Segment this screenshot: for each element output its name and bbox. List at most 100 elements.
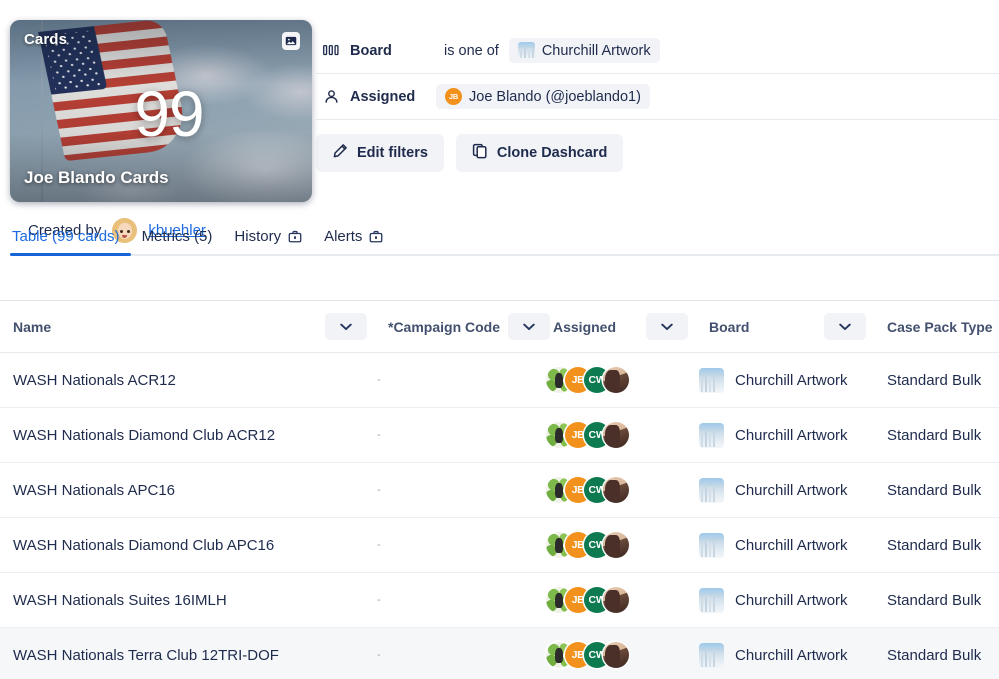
avatar — [603, 642, 629, 668]
avatar — [603, 532, 629, 558]
column-header-board[interactable]: Board — [696, 301, 874, 353]
avatar — [603, 367, 629, 393]
table-row[interactable]: WASH Nationals Suites 16IMLH - JB CW Churchi… — [0, 572, 999, 628]
filter-value-text: Joe Blando (@joeblando1) — [469, 88, 641, 105]
cell-campaign-code: - — [375, 572, 540, 628]
table-row[interactable]: WASH Nationals APC16- JB CW Churchill Artwo… — [0, 462, 999, 518]
cell-assigned[interactable]: JB CW — [540, 517, 696, 573]
tab-alerts[interactable]: Alerts — [313, 222, 394, 254]
dashcard-label: Cards — [24, 31, 68, 48]
column-label: Case Pack Type — [887, 318, 993, 335]
filter-operator: is one of — [444, 42, 499, 59]
cell-case-pack-type: Standard Bulk — [874, 627, 999, 679]
board-name: Churchill Artwork — [735, 371, 848, 389]
board-thumbnail-icon — [699, 422, 724, 448]
column-header-campaign-code[interactable]: *Campaign Code — [375, 301, 551, 353]
cell-assigned[interactable]: JB CW — [540, 352, 696, 408]
cell-assigned[interactable]: JB CW — [540, 572, 696, 628]
filter-value-chip-assigned[interactable]: JB Joe Blando (@joeblando1) — [436, 84, 650, 109]
cell-assigned[interactable]: JB CW — [540, 627, 696, 679]
briefcase-icon — [369, 230, 383, 243]
column-header-name[interactable]: Name — [0, 301, 375, 353]
clone-dashcard-label: Clone Dashcard — [496, 145, 608, 161]
cell-campaign-code: - — [375, 407, 540, 463]
tab-table[interactable]: Table (99 cards) — [10, 222, 131, 256]
person-icon — [322, 88, 340, 106]
chevron-down-icon[interactable] — [646, 313, 688, 340]
cell-assigned[interactable]: JB CW — [540, 462, 696, 518]
avatar-stack[interactable]: JB CW — [546, 587, 696, 613]
avatar — [603, 587, 629, 613]
avatar-stack[interactable]: JB CW — [546, 422, 696, 448]
tab-history-label: History — [234, 228, 282, 245]
cell-campaign-code: - — [375, 352, 540, 408]
board-name: Churchill Artwork — [735, 536, 848, 554]
board-thumbnail-icon — [699, 642, 724, 668]
board-name: Churchill Artwork — [735, 591, 848, 609]
board-thumbnail-icon — [699, 367, 724, 393]
avatar-stack[interactable]: JB CW — [546, 367, 696, 393]
board-name: Churchill Artwork — [735, 481, 848, 499]
chevron-down-icon[interactable] — [824, 313, 866, 340]
header-area: Cards 99 Joe Blando Cards Created by kbu… — [0, 0, 999, 243]
dashcard[interactable]: Cards 99 Joe Blando Cards — [10, 20, 312, 202]
filter-value-chip-board[interactable]: Churchill Artwork — [508, 38, 660, 63]
column-header-case-pack-type[interactable]: Case Pack Type — [874, 301, 999, 353]
cell-name: WASH Nationals Diamond Club APC16 — [0, 517, 375, 573]
table-row[interactable]: WASH Nationals Diamond Club APC16- JB CW Ch… — [0, 517, 999, 573]
column-label: Name — [13, 318, 52, 335]
chevron-down-icon[interactable] — [325, 313, 367, 340]
cell-case-pack-type: Standard Bulk — [874, 462, 999, 518]
clone-dashcard-button[interactable]: Clone Dashcard — [455, 134, 624, 172]
cell-name: WASH Nationals Suites 16IMLH — [0, 572, 375, 628]
briefcase-icon — [288, 230, 302, 243]
board-name: Churchill Artwork — [735, 646, 848, 664]
cell-campaign-code: - — [375, 462, 540, 518]
tab-metrics[interactable]: Metrics (5) — [131, 222, 224, 254]
copy-icon — [472, 143, 488, 163]
cell-case-pack-type: Standard Bulk — [874, 352, 999, 408]
board-name: Churchill Artwork — [735, 426, 848, 444]
filter-field-name: Board — [350, 42, 392, 59]
cell-board: Churchill Artwork — [696, 517, 874, 573]
tab-history[interactable]: History — [223, 222, 313, 254]
dashcard-value: 99 — [134, 78, 204, 150]
table-row[interactable]: WASH Nationals Terra Club 12TRI-DOF - JB CW… — [0, 627, 999, 679]
cell-case-pack-type: Standard Bulk — [874, 517, 999, 573]
table-row[interactable]: WASH Nationals Diamond Club ACR12- JB CW Ch… — [0, 407, 999, 463]
board-thumbnail-icon — [699, 477, 724, 503]
cell-case-pack-type: Standard Bulk — [874, 407, 999, 463]
table-row[interactable]: WASH Nationals ACR12- JB CW Churchill Artwo… — [0, 352, 999, 408]
filter-actions: Edit filters Clone Dashcard — [316, 120, 999, 172]
cell-board: Churchill Artwork — [696, 352, 874, 408]
avatar-stack[interactable]: JB CW — [546, 532, 696, 558]
board-thumbnail-icon — [517, 42, 535, 59]
filter-value-text: Churchill Artwork — [541, 42, 651, 59]
cell-campaign-code: - — [375, 517, 540, 573]
tab-table-label: Table (99 cards) — [12, 228, 120, 245]
board-icon — [322, 42, 340, 60]
cell-name: WASH Nationals Diamond Club ACR12 — [0, 407, 375, 463]
cell-case-pack-type: Standard Bulk — [874, 572, 999, 628]
cell-board: Churchill Artwork — [696, 627, 874, 679]
tab-bar: Table (99 cards) Metrics (5) History Ale… — [10, 222, 999, 256]
filters-panel: Board is one of Churchill Artwork Assign… — [312, 0, 999, 172]
column-header-assigned[interactable]: Assigned — [540, 301, 696, 353]
avatar-jb-icon: JB — [445, 88, 462, 105]
edit-filters-button[interactable]: Edit filters — [316, 134, 444, 172]
image-icon[interactable] — [282, 32, 300, 50]
cell-campaign-code: - — [375, 627, 540, 679]
avatar-stack[interactable]: JB CW — [546, 642, 696, 668]
cell-board: Churchill Artwork — [696, 462, 874, 518]
dashcard-container: Cards 99 Joe Blando Cards Created by kbu… — [0, 0, 312, 243]
cell-board: Churchill Artwork — [696, 407, 874, 463]
avatar-stack[interactable]: JB CW — [546, 477, 696, 503]
table-header-row: Name *Campaign Code Assigned Board Case … — [0, 301, 999, 353]
column-label: *Campaign Code — [388, 318, 501, 335]
tab-alerts-label: Alerts — [324, 228, 363, 245]
tab-metrics-label: Metrics (5) — [141, 228, 213, 245]
column-label: Board — [709, 318, 750, 335]
dashcard-title: Joe Blando Cards — [24, 168, 169, 187]
cell-assigned[interactable]: JB CW — [540, 407, 696, 463]
table-header: Name *Campaign Code Assigned Board Case … — [0, 301, 999, 353]
